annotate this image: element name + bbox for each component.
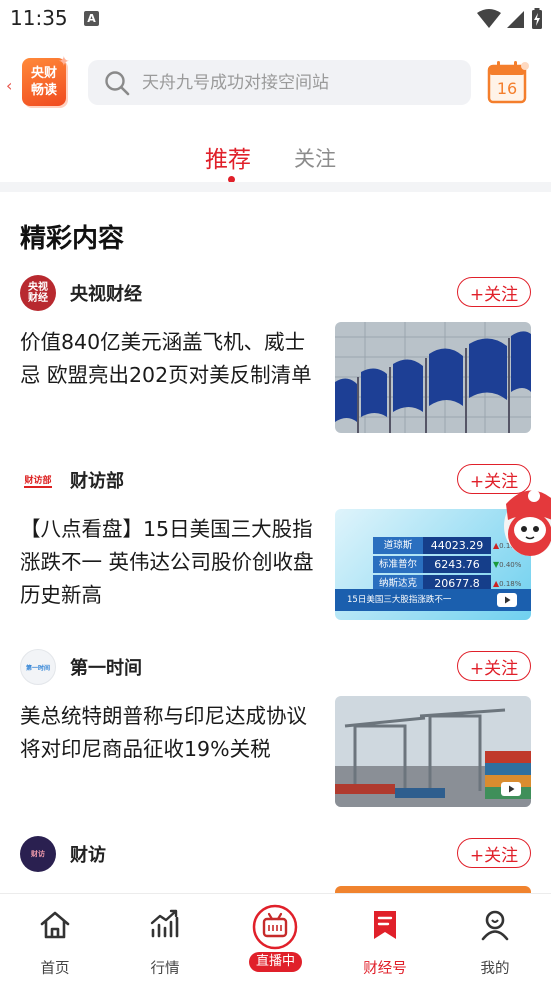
calendar-button[interactable]: 16	[487, 60, 529, 104]
source-avatar: 财访部	[20, 462, 56, 498]
ticker-name: 道琼斯	[373, 537, 423, 554]
nav-profile[interactable]: 我的	[440, 894, 550, 981]
avatar-text: 央视 财经	[28, 282, 48, 304]
source-name: 第一时间	[70, 658, 142, 679]
card-source[interactable]: 第一时间 第一时间	[20, 648, 142, 686]
battery-icon	[532, 8, 542, 29]
video-play-icon	[497, 593, 517, 607]
video-caption: 15日美国三大股指涨跌不一	[347, 595, 452, 605]
nav-home[interactable]: 首页	[0, 894, 110, 981]
back-chevron-icon[interactable]: ‹	[6, 76, 12, 95]
search-icon	[105, 70, 130, 95]
card-source[interactable]: 财访 财访	[20, 835, 106, 873]
nav-label: 财经号	[363, 961, 407, 977]
news-card[interactable]: 财访部 财访部 +关注 【八点看盘】15日美国三大股指涨跌不一 英伟达公司股价创…	[0, 461, 551, 631]
card-source[interactable]: 央视 财经 央视财经	[20, 274, 142, 312]
logo-text-line1: 央财	[30, 66, 57, 81]
follow-button[interactable]: +关注	[457, 838, 531, 868]
avatar-text: 第一时间	[25, 664, 50, 672]
eu-flags-thumbnail[interactable]	[335, 322, 531, 433]
sparkle-icon: ✦	[58, 54, 70, 70]
source-avatar: 财访	[20, 836, 56, 872]
app-screen: 11:35 A ‹ 央财 畅读 ✦ 天舟九号成功对接空间站 16 推荐 关注 精…	[0, 0, 551, 981]
news-card[interactable]: 第一时间 第一时间 +关注 美总统特朗普称与印尼达成协议 将对印尼商品征收19%…	[0, 648, 551, 818]
status-time: 11:35	[10, 6, 68, 30]
calendar-day: 16	[496, 79, 518, 98]
news-card[interactable]: 央视 财经 央视财经 +关注 价值840亿美元涵盖飞机、威士忌 欧盟亮出202页…	[0, 274, 551, 444]
status-bar: 11:35 A	[0, 0, 551, 38]
news-card[interactable]: 财访 财访 +关注	[0, 835, 551, 893]
source-avatar: 第一时间	[20, 649, 56, 685]
status-icons	[477, 8, 543, 30]
avatar-text: 财访	[31, 850, 45, 858]
section-title: 精彩内容	[20, 224, 125, 254]
home-icon	[40, 911, 70, 939]
logo-text-line2: 畅读	[30, 83, 57, 98]
nav-label: 我的	[480, 961, 510, 977]
ticker-change: 0.18%	[499, 579, 522, 588]
top-header: ‹ 央财 畅读 ✦ 16	[0, 48, 551, 118]
headline[interactable]: 价值840亿美元涵盖飞机、威士忌 欧盟亮出202页对美反制清单	[20, 326, 322, 392]
feed-tabs: 推荐 关注	[0, 130, 551, 183]
section-divider	[0, 182, 551, 192]
mascot-icon	[504, 490, 551, 556]
ticker-name: 标准普尔	[373, 556, 423, 573]
nav-market[interactable]: 行情	[110, 894, 220, 981]
search-input[interactable]	[142, 72, 442, 93]
follow-button[interactable]: +关注	[457, 651, 531, 681]
headline[interactable]: 美总统特朗普称与印尼达成协议 将对印尼商品征收19%关税	[20, 700, 322, 766]
live-badge[interactable]: 直播中	[249, 952, 302, 972]
eu-flags-image	[335, 322, 531, 433]
tab-recommend[interactable]: 推荐	[205, 140, 251, 174]
signal-icon	[507, 11, 524, 28]
notification-icon: A	[84, 11, 99, 26]
nav-label: 行情	[150, 961, 180, 977]
port-thumbnail[interactable]	[335, 696, 531, 807]
card-source[interactable]: 财访部 财访部	[20, 461, 124, 499]
nav-label: 首页	[40, 961, 70, 977]
avatar-text: 财访部	[24, 473, 52, 488]
orange-thumbnail[interactable]	[335, 886, 531, 893]
profile-icon	[481, 910, 509, 941]
live-tv-icon	[252, 904, 298, 950]
source-avatar: 央视 财经	[20, 275, 56, 311]
wifi-icon	[477, 9, 501, 28]
market-chart-icon	[150, 909, 179, 938]
bookmark-icon	[374, 911, 396, 939]
source-name: 财访部	[70, 471, 124, 492]
source-name: 央视财经	[70, 284, 142, 305]
ticker-value: 44023.29	[423, 537, 491, 554]
search-bar[interactable]	[88, 60, 471, 105]
floating-mascot-button[interactable]	[494, 476, 551, 572]
port-cranes-image	[335, 696, 531, 807]
source-name: 财访	[70, 845, 106, 866]
headline[interactable]: 【八点看盘】15日美国三大股指涨跌不一 英伟达公司股价创收盘历史新高	[20, 513, 322, 612]
tab-follow[interactable]: 关注	[294, 143, 336, 173]
ticker-value: 6243.76	[423, 556, 491, 573]
follow-button[interactable]: +关注	[457, 277, 531, 307]
nav-caijinghao[interactable]: 财经号	[330, 894, 440, 981]
